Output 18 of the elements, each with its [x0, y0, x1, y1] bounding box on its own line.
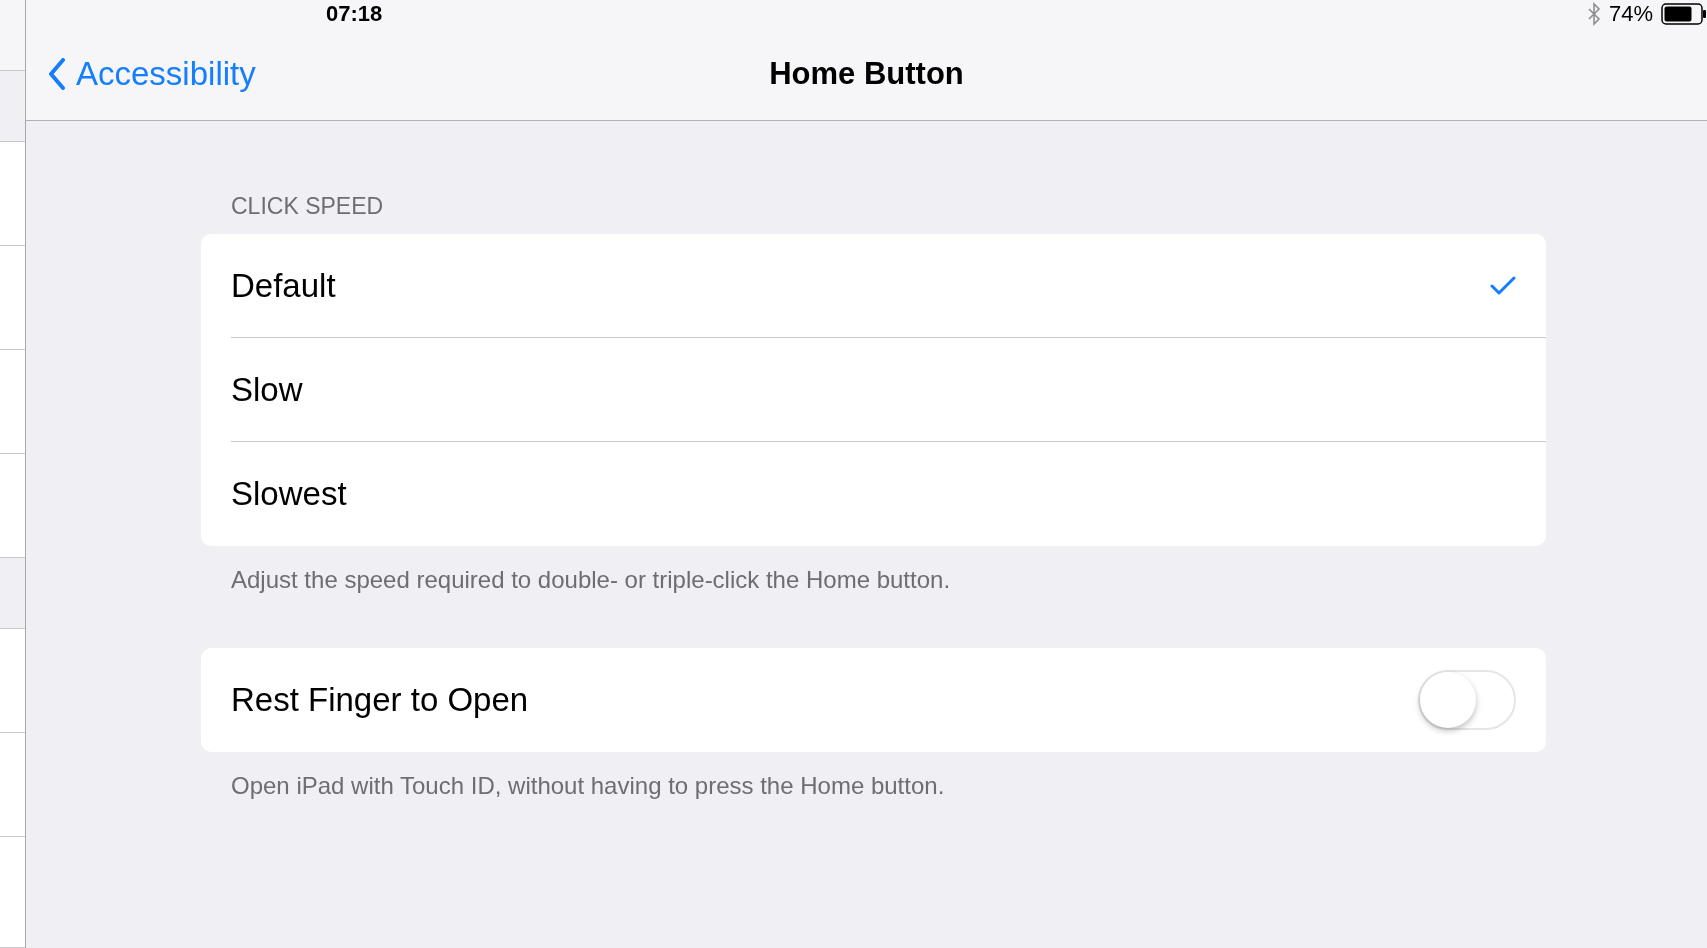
back-button[interactable]: Accessibility: [48, 55, 256, 93]
option-label: Slow: [231, 370, 303, 409]
chevron-left-icon: [48, 58, 66, 90]
option-row[interactable]: Default: [231, 234, 1546, 338]
option-label: Slowest: [231, 475, 347, 513]
option-row[interactable]: Slowest: [231, 442, 1546, 546]
setting-label: Rest Finger to Open: [231, 681, 529, 719]
option-label: Default: [231, 266, 336, 305]
battery-icon: [1661, 3, 1707, 25]
status-time: 07:18: [326, 1, 383, 27]
section-footer: Open iPad with Touch ID, without having to press the Home button.: [201, 752, 1546, 854]
section-header: CLICK SPEED: [230, 193, 385, 221]
toggle-switch[interactable]: [1418, 670, 1516, 730]
bluetooth-icon: [1586, 2, 1601, 26]
option-row[interactable]: Slow: [231, 338, 1546, 442]
section-footer: Adjust the speed required to double- or triple-click the Home button.: [201, 546, 1546, 648]
page-title: Home Button: [769, 56, 964, 92]
battery-percent: 74%: [1608, 1, 1653, 27]
